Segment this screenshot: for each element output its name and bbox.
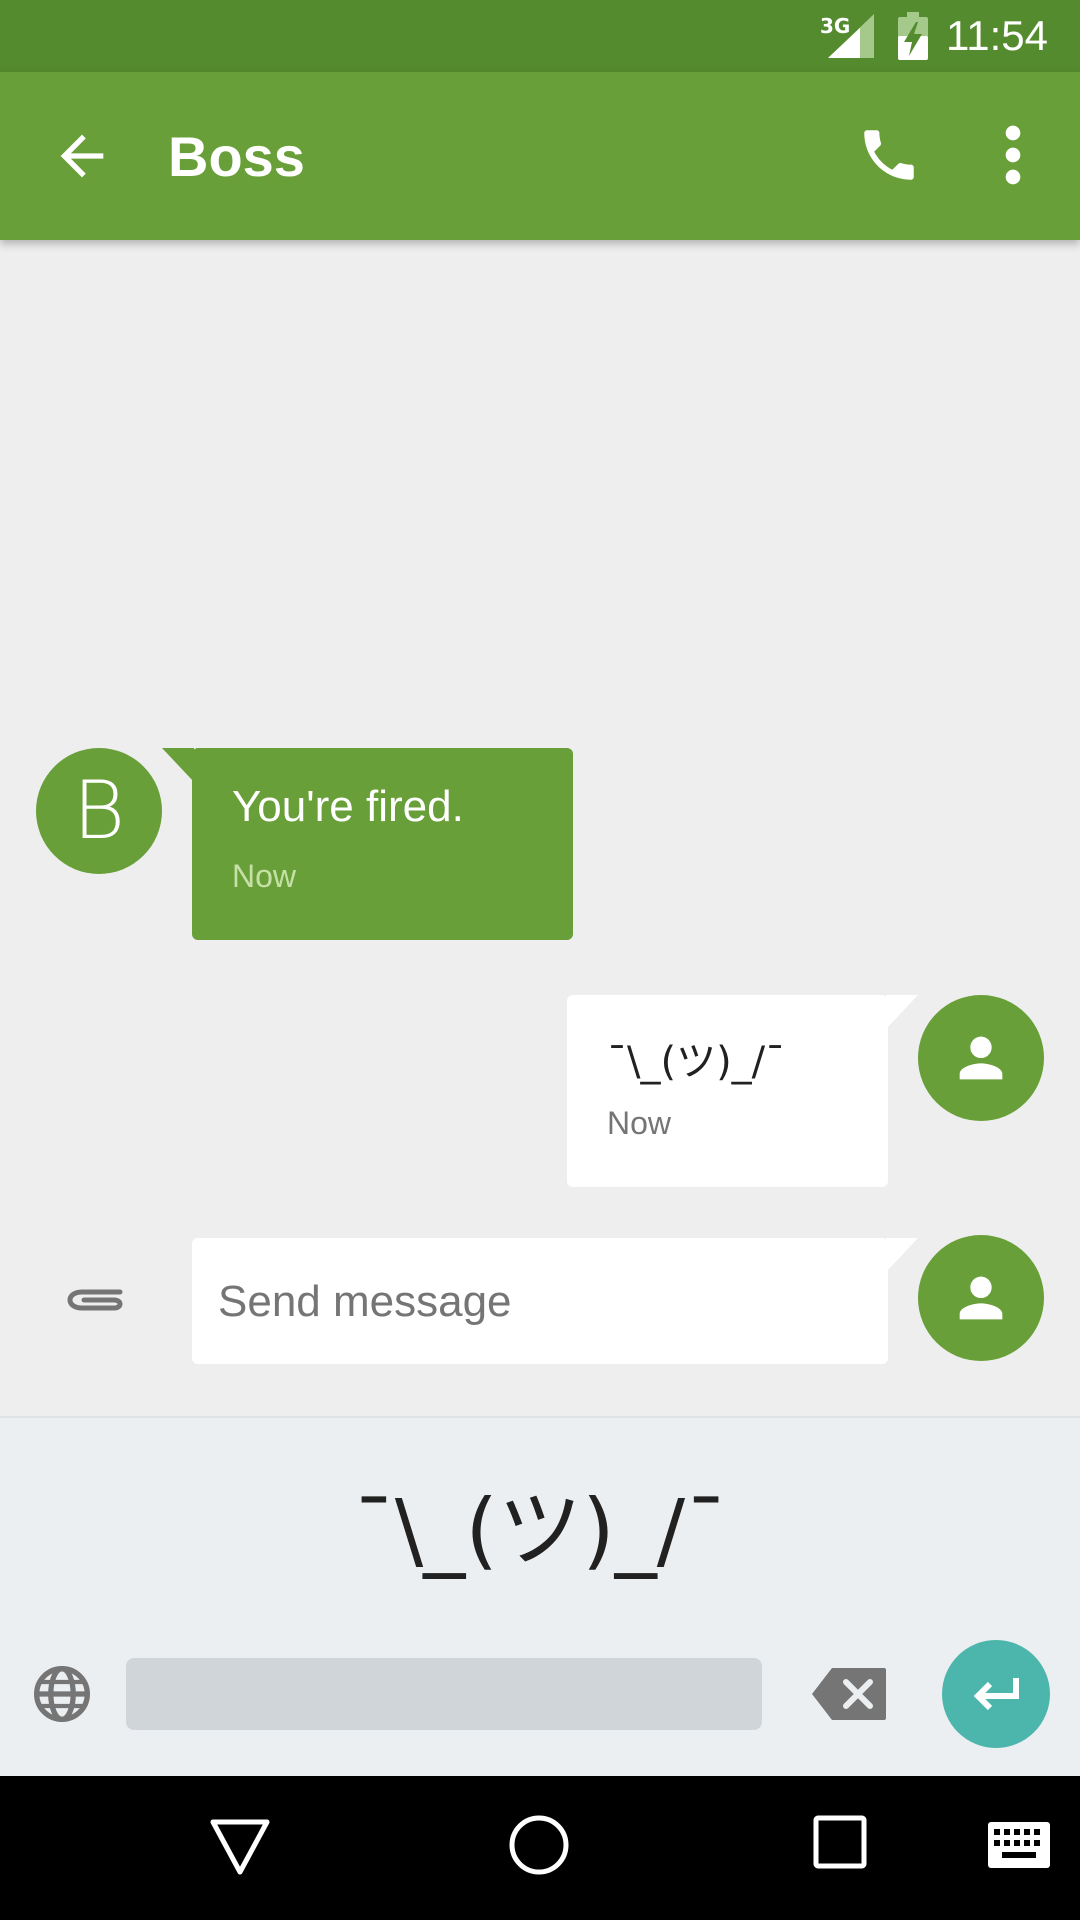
enter-button[interactable]	[942, 1640, 1050, 1748]
app-bar: Boss	[0, 72, 1080, 240]
nav-back-icon[interactable]	[208, 1812, 272, 1882]
person-icon	[959, 1276, 1003, 1320]
nav-recents-icon[interactable]	[812, 1814, 868, 1870]
emoji-keyboard: ¯\_(ツ)_/¯	[0, 1416, 1080, 1778]
navigation-bar	[0, 1776, 1080, 1920]
outgoing-message-bubble[interactable]: ¯\_(ツ)_/¯ Now	[567, 995, 888, 1187]
contact-avatar[interactable]: B	[36, 748, 162, 874]
message-time: Now	[232, 858, 297, 894]
bubble-tail	[886, 1238, 918, 1272]
avatar-letter: B	[72, 764, 126, 857]
bubble-tail	[162, 748, 194, 782]
backspace-icon[interactable]	[810, 1666, 888, 1722]
compose-box	[192, 1238, 888, 1366]
phone-icon[interactable]	[856, 122, 922, 188]
status-bar: 3G 11:54	[0, 0, 1080, 72]
globe-icon[interactable]	[30, 1662, 94, 1726]
conversation-title: Boss	[168, 125, 305, 188]
message-text: You're fired.	[232, 782, 464, 831]
self-avatar[interactable]	[918, 995, 1044, 1121]
more-vert-icon[interactable]	[990, 122, 1036, 188]
message-time: Now	[607, 1105, 672, 1141]
nav-home-icon[interactable]	[506, 1812, 572, 1878]
send-avatar[interactable]	[918, 1235, 1044, 1361]
space-bar[interactable]	[126, 1658, 762, 1730]
bubble-tail	[886, 995, 918, 1029]
arrow-back-icon[interactable]	[50, 124, 114, 188]
paperclip-icon[interactable]	[62, 1268, 130, 1332]
emoticon-suggestion[interactable]: ¯\_(ツ)_/¯	[0, 1470, 1080, 1590]
clock: 11:54	[946, 12, 1048, 59]
person-icon	[959, 1036, 1003, 1080]
battery-charging-icon	[898, 12, 928, 60]
messaging-screen: 3G 11:54 Boss B You're fired. Now ¯\_(ツ)…	[0, 0, 1080, 1920]
message-input[interactable]	[216, 1238, 860, 1366]
incoming-message-bubble[interactable]: You're fired. Now	[192, 748, 573, 940]
network-type-label: 3G	[820, 14, 851, 38]
keyboard-icon[interactable]	[988, 1822, 1050, 1868]
enter-icon	[973, 1678, 1019, 1711]
message-text: ¯\_(ツ)_/¯	[607, 1039, 786, 1085]
